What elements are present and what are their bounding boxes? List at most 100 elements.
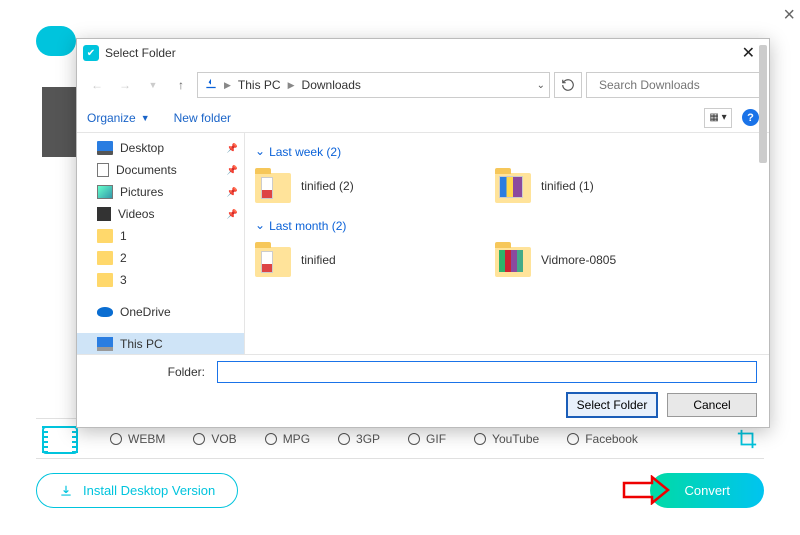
folder-label: tinified (1) [541, 179, 594, 193]
film-icon [42, 426, 78, 454]
format-radio-3gp[interactable]: 3GP [338, 432, 380, 446]
pin-icon: 📌 [227, 165, 238, 176]
select-folder-dialog: ✔ Select Folder ✕ ← → ▼ ↑ ▶ This PC ▶ Do… [76, 38, 770, 428]
search-box[interactable] [586, 72, 761, 98]
folder-item[interactable]: tinified [255, 241, 455, 279]
folder-label: tinified [301, 253, 336, 267]
tree-item-documents[interactable]: Documents📌 [77, 159, 244, 181]
dialog-titlebar: ✔ Select Folder ✕ [77, 39, 769, 67]
folder-content[interactable]: Last week (2) tinified (2) tinified (1) Las… [245, 133, 769, 354]
radio-label: WEBM [128, 432, 165, 446]
format-radio-mpg[interactable]: MPG [265, 432, 310, 446]
pin-icon: 📌 [227, 209, 238, 220]
dialog-footer: Folder: Select Folder Cancel [77, 354, 769, 427]
folder-item[interactable]: tinified (1) [495, 167, 695, 205]
divider [36, 458, 764, 459]
organize-menu[interactable]: Organize ▼ [87, 111, 150, 125]
downloads-icon [204, 77, 218, 94]
desktop-icon [97, 141, 113, 155]
radio-icon [110, 433, 122, 445]
refresh-icon[interactable] [554, 72, 582, 98]
dialog-body: Desktop📌Documents📌Pictures📌Videos📌123One… [77, 133, 769, 354]
radio-label: YouTube [492, 432, 539, 446]
folder-label: tinified (2) [301, 179, 354, 193]
group-header[interactable]: Last month (2) [255, 219, 759, 233]
tree-item-videos[interactable]: Videos 📌 [77, 203, 244, 225]
pin-icon: 📌 [227, 143, 238, 154]
chevron-down-icon[interactable]: ⌄ [537, 80, 545, 91]
crumb-this-pc[interactable]: This PC [235, 78, 284, 92]
folder-icon [255, 247, 291, 277]
tree-label: 1 [120, 229, 127, 243]
fold-icon [97, 251, 113, 265]
format-radio-webm[interactable]: WEBM [110, 432, 165, 446]
tree-label: Videos [118, 207, 154, 221]
view-mode-button[interactable]: ▦ ▾ [704, 108, 732, 128]
vid-icon [97, 207, 111, 221]
convert-label: Convert [684, 483, 730, 498]
tree-item-desktop[interactable]: Desktop 📌 [77, 137, 244, 159]
pin-icon: 📌 [227, 187, 238, 198]
folder-input[interactable] [217, 361, 757, 383]
format-radio-youtube[interactable]: YouTube [474, 432, 539, 446]
back-icon[interactable]: ← [85, 73, 109, 97]
crop-icon[interactable] [736, 428, 758, 450]
search-input[interactable] [599, 78, 754, 92]
format-radio-facebook[interactable]: Facebook [567, 432, 638, 446]
radio-icon [567, 433, 579, 445]
tree-item-2[interactable]: 2 [77, 247, 244, 269]
annotation-arrow [622, 475, 670, 505]
chevron-down-icon: ▼ [141, 113, 150, 123]
help-icon[interactable]: ? [742, 109, 759, 126]
nav-tree: Desktop📌Documents📌Pictures📌Videos📌123One… [77, 133, 245, 354]
radio-icon [193, 433, 205, 445]
folder-icon [255, 173, 291, 203]
page-close-icon[interactable]: × [783, 4, 795, 27]
radio-icon [408, 433, 420, 445]
tree-label: 2 [120, 251, 127, 265]
install-desktop-button[interactable]: Install Desktop Version [36, 473, 238, 508]
tree-label: 3 [120, 273, 127, 287]
partial-add-button[interactable] [36, 26, 76, 56]
folder-label: Folder: [89, 365, 209, 379]
radio-icon [338, 433, 350, 445]
tree-item-pictures[interactable]: Pictures📌 [77, 181, 244, 203]
radio-label: GIF [426, 432, 446, 446]
radio-icon [474, 433, 486, 445]
cancel-button[interactable]: Cancel [667, 393, 757, 417]
fold-icon [97, 273, 113, 287]
tree-label: Desktop [120, 141, 164, 155]
tree-item-3[interactable]: 3 [77, 269, 244, 291]
group-header[interactable]: Last week (2) [255, 145, 759, 159]
folder-icon [495, 247, 531, 277]
crumb-downloads[interactable]: Downloads [299, 78, 364, 92]
select-folder-button[interactable]: Select Folder [567, 393, 657, 417]
radio-label: MPG [283, 432, 310, 446]
folder-label: Vidmore-0805 [541, 253, 616, 267]
address-bar[interactable]: ▶ This PC ▶ Downloads ⌄ [197, 72, 550, 98]
tree-item-onedrive[interactable]: OneDrive [77, 301, 244, 323]
pic-icon [97, 185, 113, 199]
folder-item[interactable]: tinified (2) [255, 167, 455, 205]
up-icon[interactable]: ↑ [169, 73, 193, 97]
tree-label: This PC [120, 337, 163, 351]
chevron-down-icon[interactable]: ▼ [141, 73, 165, 97]
dialog-toolbar: Organize ▼ New folder ▦ ▾ ? [77, 103, 769, 133]
dialog-nav: ← → ▼ ↑ ▶ This PC ▶ Downloads ⌄ [77, 67, 769, 103]
format-radios: WEBM VOB MPG 3GP GIF YouTube Facebook [110, 432, 750, 446]
radio-label: 3GP [356, 432, 380, 446]
dialog-title: Select Folder [105, 46, 176, 60]
download-icon [59, 484, 73, 498]
tree-item-1[interactable]: 1 [77, 225, 244, 247]
folder-item[interactable]: Vidmore-0805 [495, 241, 695, 279]
format-radio-vob[interactable]: VOB [193, 432, 236, 446]
new-folder-button[interactable]: New folder [174, 111, 231, 125]
tree-item-this-pc[interactable]: This PC [77, 333, 244, 354]
tree-label: OneDrive [120, 305, 171, 319]
crumb-sep-icon: ▶ [288, 80, 295, 91]
install-label: Install Desktop Version [83, 483, 215, 498]
radio-label: Facebook [585, 432, 638, 446]
forward-icon[interactable]: → [113, 73, 137, 97]
folder-icon [495, 173, 531, 203]
format-radio-gif[interactable]: GIF [408, 432, 446, 446]
